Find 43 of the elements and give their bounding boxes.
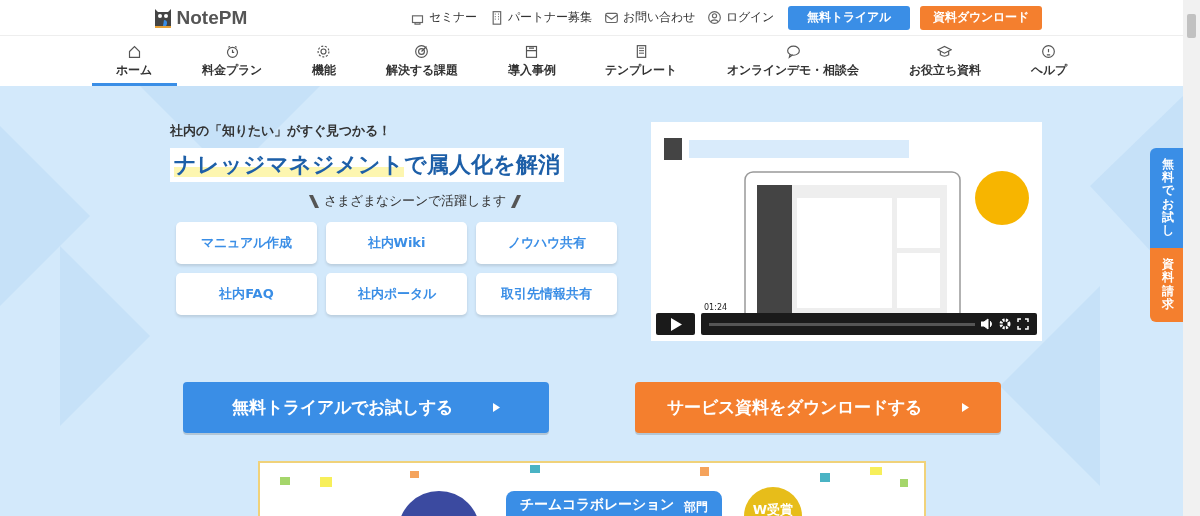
nav-tab[interactable]: オンラインデモ・相談会 (702, 36, 884, 86)
ribbon-text: チームコラボレーション (520, 495, 674, 514)
video-player[interactable]: 01:24 (651, 122, 1042, 341)
scene-link[interactable]: ノウハウ共有 (476, 222, 617, 264)
header-link[interactable]: セミナー (409, 9, 477, 26)
header-link[interactable]: ログイン (706, 9, 774, 26)
slash-mark-icon (510, 194, 522, 208)
slash-mark-icon (308, 194, 320, 208)
nav-tab[interactable]: 解決する課題 (360, 36, 483, 86)
tagline: 社内の「知りたい」がすぐ見つかる！ (170, 122, 392, 140)
headline: ナレッジマネジメント で属人化を解消 (170, 148, 564, 182)
target-icon (414, 43, 430, 59)
logo-text[interactable]: NotePM (176, 6, 248, 29)
volume-icon[interactable] (981, 318, 993, 330)
arrow-icon (962, 403, 969, 412)
header-link[interactable]: パートナー募集 (488, 9, 592, 26)
lightbulb-icon (1041, 43, 1057, 59)
nav-tab[interactable]: お役立ち資料 (883, 36, 1006, 86)
award-badge: W受賞 (744, 487, 802, 516)
play-icon (669, 317, 682, 331)
fullscreen-icon[interactable] (1017, 318, 1029, 330)
header-link[interactable]: お問い合わせ (603, 9, 695, 26)
nav-tab[interactable]: 料金プラン (177, 36, 288, 86)
graduation-cap-icon (937, 43, 953, 59)
nav-tab[interactable]: 機能 (287, 36, 361, 86)
scrollbar[interactable] (1183, 0, 1200, 516)
video-time: 01:24 (702, 303, 730, 312)
user-icon (706, 10, 722, 25)
clock-icon (224, 43, 240, 59)
settings-icon[interactable] (999, 318, 1011, 330)
mail-icon (603, 10, 619, 25)
scenes-title: さまざまなシーンで活躍します (324, 192, 506, 210)
nav-tab[interactable]: テンプレート (580, 36, 703, 86)
arrow-icon (493, 403, 500, 412)
chat-icon (785, 43, 801, 59)
progress-track[interactable] (709, 322, 975, 326)
category-text: 部門 (684, 499, 708, 516)
nav-tab[interactable]: 導入事例 (482, 36, 581, 86)
document-icon (524, 43, 539, 59)
gear-icon (316, 43, 332, 59)
home-icon (126, 43, 142, 59)
play-button[interactable] (656, 313, 695, 335)
nav-tab[interactable]: ヘルプ (1005, 36, 1092, 86)
